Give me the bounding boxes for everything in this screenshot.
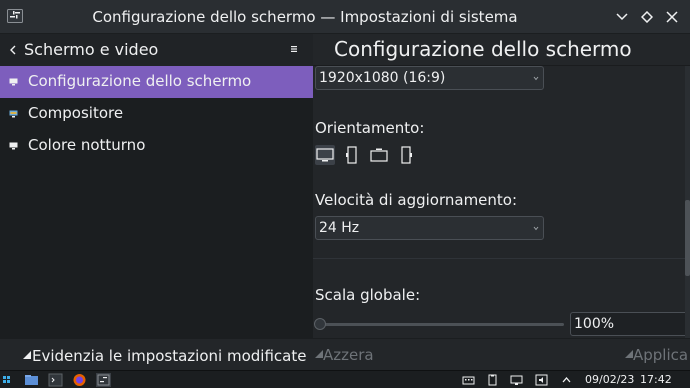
clipboard-icon[interactable] bbox=[486, 374, 499, 386]
clock-time[interactable]: 17:42 bbox=[640, 373, 672, 386]
close-icon bbox=[666, 11, 678, 23]
global-scale-spinbox[interactable]: 100% bbox=[570, 312, 690, 336]
global-scale-label: Scala globale: bbox=[315, 286, 421, 304]
chevron-down-icon bbox=[616, 13, 628, 21]
landscape-monitor-icon bbox=[316, 148, 334, 162]
window-titlebar: Configurazione dello schermo — Impostazi… bbox=[0, 0, 690, 34]
chevron-down-icon bbox=[533, 226, 539, 231]
system-settings-icon bbox=[7, 9, 23, 23]
apply-button[interactable]: Applica bbox=[622, 343, 690, 368]
portrait-monitor-icon bbox=[346, 146, 357, 164]
reset-icon bbox=[315, 350, 323, 358]
sidebar-item-compositor[interactable]: Compositore bbox=[0, 98, 313, 130]
reset-button-label: Azzera bbox=[323, 346, 374, 364]
maximize-button[interactable] bbox=[637, 7, 657, 27]
app-launcher-icon[interactable] bbox=[1, 373, 16, 387]
keyboard-icon[interactable] bbox=[462, 374, 475, 386]
orientation-inverted-landscape-button[interactable] bbox=[369, 145, 389, 165]
window-title: Configurazione dello schermo — Impostazi… bbox=[92, 8, 518, 26]
global-scale-slider-handle[interactable] bbox=[314, 318, 326, 330]
highlight-changes-button[interactable]: Evidenzia le impostazioni modificate bbox=[32, 347, 306, 365]
terminal-icon[interactable] bbox=[48, 373, 63, 387]
sidebar-item-night-color[interactable]: Colore notturno bbox=[0, 130, 313, 162]
sidebar-item-label: Compositore bbox=[28, 104, 124, 122]
refresh-rate-value: 24 Hz bbox=[319, 220, 360, 236]
orientation-portrait-button[interactable] bbox=[342, 145, 362, 165]
section-separator bbox=[313, 258, 690, 259]
apply-button-label: Applica bbox=[633, 346, 689, 364]
apply-icon bbox=[625, 350, 633, 358]
compositor-icon bbox=[9, 110, 18, 118]
refresh-rate-label: Velocità di aggiornamento: bbox=[315, 191, 518, 209]
hamburger-menu-icon[interactable] bbox=[289, 44, 299, 54]
sidebar-item-label: Colore notturno bbox=[28, 136, 146, 154]
refresh-rate-combobox[interactable]: 24 Hz bbox=[315, 216, 544, 240]
inverted-landscape-monitor-icon bbox=[370, 148, 388, 162]
clock-date[interactable]: 09/02/23 bbox=[585, 373, 634, 386]
diamond-icon bbox=[641, 11, 653, 23]
minimize-button[interactable] bbox=[612, 7, 632, 27]
sidebar-item-label: Configurazione dello schermo bbox=[28, 72, 252, 90]
monitor-icon bbox=[9, 78, 18, 86]
taskbar: 09/02/23 17:42 bbox=[0, 370, 690, 388]
highlight-changes-icon[interactable] bbox=[23, 351, 31, 359]
page-title: Configurazione dello schermo bbox=[334, 37, 632, 61]
scrollbar-thumb[interactable] bbox=[685, 200, 690, 276]
reset-button[interactable]: Azzera bbox=[312, 343, 378, 368]
sidebar-item-display-configuration[interactable]: Configurazione dello schermo bbox=[0, 66, 313, 98]
firefox-icon[interactable] bbox=[72, 373, 87, 387]
volume-icon[interactable] bbox=[535, 374, 548, 386]
global-scale-slider-track[interactable] bbox=[319, 323, 564, 326]
sidebar-header: Schermo e video bbox=[0, 34, 313, 66]
night-color-icon bbox=[9, 142, 18, 150]
sidebar: Schermo e video Configurazione dello sch… bbox=[0, 34, 313, 338]
network-icon[interactable] bbox=[510, 374, 523, 386]
footer-bar: Evidenzia le impostazioni modificate Azz… bbox=[0, 338, 690, 370]
orientation-landscape-button[interactable] bbox=[315, 145, 335, 165]
tray-expand-icon[interactable] bbox=[560, 374, 573, 386]
chevron-down-icon bbox=[533, 76, 539, 81]
back-icon[interactable] bbox=[8, 43, 18, 57]
resolution-combobox[interactable]: 1920x1080 (16:9) bbox=[315, 66, 544, 90]
inverted-portrait-monitor-icon bbox=[401, 146, 412, 164]
sidebar-title: Schermo e video bbox=[24, 40, 159, 59]
file-manager-icon[interactable] bbox=[24, 373, 39, 387]
main-panel: Configurazione dello schermo 1920x1080 (… bbox=[313, 34, 690, 338]
main-header: Configurazione dello schermo bbox=[313, 34, 690, 66]
orientation-label: Orientamento: bbox=[315, 119, 425, 137]
orientation-inverted-portrait-button[interactable] bbox=[396, 145, 416, 165]
system-settings-taskbar-icon[interactable] bbox=[96, 373, 111, 387]
close-button[interactable] bbox=[662, 7, 682, 27]
resolution-value: 1920x1080 (16:9) bbox=[319, 70, 446, 86]
global-scale-value: 100% bbox=[574, 316, 615, 332]
